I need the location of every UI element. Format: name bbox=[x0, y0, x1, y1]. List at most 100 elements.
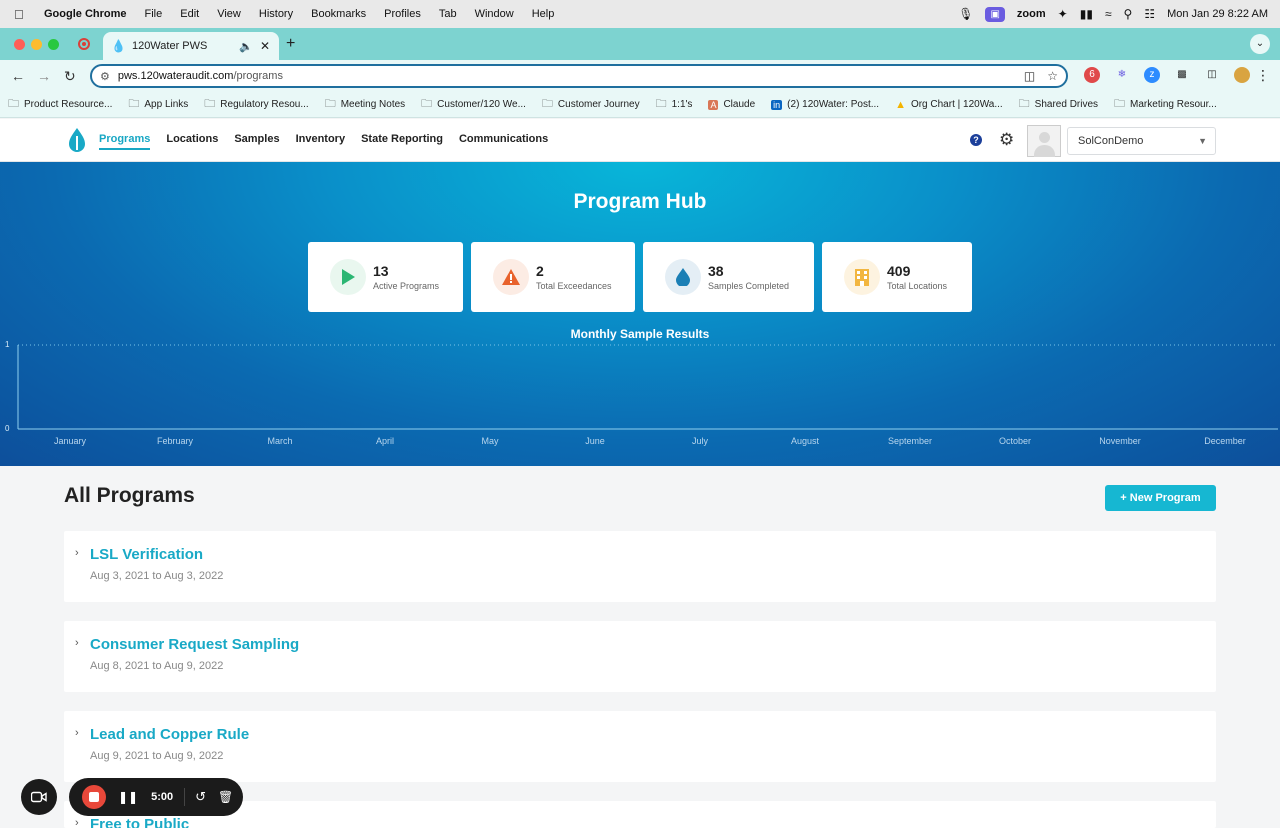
minimize-window-icon[interactable] bbox=[31, 39, 42, 50]
screen-share-icon[interactable]: ▣ bbox=[985, 6, 1005, 22]
extension-snowflake-icon[interactable]: ❄ bbox=[1114, 67, 1130, 83]
new-program-button[interactable]: + New Program bbox=[1105, 485, 1216, 511]
wifi-icon[interactable]: ≈ bbox=[1105, 7, 1112, 21]
program-name[interactable]: Free to Public bbox=[90, 816, 189, 828]
close-tab-icon[interactable]: ✕ bbox=[260, 39, 270, 53]
warning-icon bbox=[493, 259, 529, 295]
stat-card-total-locations[interactable]: 409 Total Locations bbox=[822, 242, 972, 312]
menu-history[interactable]: History bbox=[259, 8, 293, 20]
program-dates: Aug 8, 2021 to Aug 9, 2022 bbox=[90, 660, 224, 672]
nav-inventory[interactable]: Inventory bbox=[296, 133, 346, 150]
x-tick-label: March bbox=[267, 436, 293, 446]
bookmark-item[interactable]: ▲ Org Chart | 120Wa... bbox=[895, 99, 1003, 111]
program-name[interactable]: LSL Verification bbox=[90, 546, 203, 563]
folder-icon: 🗀 bbox=[655, 98, 667, 110]
menu-view[interactable]: View bbox=[217, 8, 241, 20]
camera-icon[interactable] bbox=[21, 779, 57, 815]
maximize-window-icon[interactable] bbox=[48, 39, 59, 50]
bookmark-star-icon[interactable]: ☆ bbox=[1047, 69, 1058, 83]
chevron-right-icon[interactable]: › bbox=[75, 727, 79, 739]
water-drop-favicon-icon: 💧 bbox=[111, 39, 126, 53]
menu-app-name[interactable]: Google Chrome bbox=[44, 8, 127, 20]
zoom-status[interactable]: zoom bbox=[1017, 8, 1046, 20]
bookmark-item[interactable]: 🗀 Product Resource... bbox=[8, 95, 112, 114]
building-icon bbox=[844, 259, 880, 295]
microphone-icon[interactable]: 🎙 bbox=[958, 7, 973, 21]
bookmark-item[interactable]: A Claude bbox=[708, 99, 755, 110]
bookmark-item[interactable]: 🗀 Customer Journey bbox=[542, 95, 640, 114]
play-icon bbox=[330, 259, 366, 295]
menu-file[interactable]: File bbox=[145, 8, 163, 20]
menu-profiles[interactable]: Profiles bbox=[384, 8, 421, 20]
spotlight-search-icon[interactable]: ⚲ bbox=[1124, 7, 1133, 21]
help-icon[interactable]: ? bbox=[970, 134, 982, 146]
restart-icon[interactable]: ↺ bbox=[195, 789, 206, 805]
monthly-sample-chart bbox=[17, 344, 1278, 430]
program-name[interactable]: Consumer Request Sampling bbox=[90, 636, 299, 653]
apple-icon[interactable]:  bbox=[14, 7, 30, 22]
program-row[interactable]: › Lead and Copper Rule Aug 9, 2021 to Au… bbox=[64, 711, 1216, 782]
window-controls bbox=[14, 39, 59, 50]
chevron-right-icon[interactable]: › bbox=[75, 637, 79, 649]
gear-icon[interactable]: ⚙ bbox=[999, 130, 1014, 150]
program-name[interactable]: Lead and Copper Rule bbox=[90, 726, 249, 743]
address-bar[interactable]: ⚙ pws.120wateraudit.com /programs ◫ ☆ bbox=[90, 64, 1068, 88]
menu-help[interactable]: Help bbox=[532, 8, 555, 20]
x-tick-label: January bbox=[53, 436, 87, 446]
bookmark-item[interactable]: 🗀 Marketing Resour... bbox=[1114, 95, 1217, 114]
organization-select[interactable]: SolConDemo ▼ bbox=[1067, 127, 1216, 155]
back-arrow-icon[interactable]: ← bbox=[11, 68, 25, 84]
bookmark-item[interactable]: 🗀 App Links bbox=[128, 95, 188, 114]
reload-icon[interactable]: ↻ bbox=[64, 68, 76, 85]
new-tab-icon[interactable]: + bbox=[286, 35, 295, 53]
menu-bookmarks[interactable]: Bookmarks bbox=[311, 8, 366, 20]
bookmark-item[interactable]: 🗀 Meeting Notes bbox=[325, 95, 405, 114]
folder-icon: 🗀 bbox=[324, 98, 336, 110]
battery-icon[interactable]: ▮▮ bbox=[1080, 7, 1093, 21]
side-panel-icon[interactable]: ◫ bbox=[1204, 67, 1220, 83]
nav-state-reporting[interactable]: State Reporting bbox=[361, 133, 443, 150]
chrome-menu-icon[interactable]: ⋮ bbox=[1256, 67, 1270, 84]
extensions-puzzle-icon[interactable]: ▩ bbox=[1174, 67, 1190, 83]
bookmark-item[interactable]: 🗀 Shared Drives bbox=[1019, 95, 1098, 114]
profile-avatar-icon[interactable] bbox=[1234, 67, 1250, 83]
trash-icon[interactable]: 🗑 bbox=[218, 790, 233, 804]
bookmark-item[interactable]: in (2) 120Water: Post... bbox=[771, 99, 879, 110]
logo-icon[interactable] bbox=[66, 127, 88, 153]
folder-icon: 🗀 bbox=[421, 98, 433, 110]
stop-recording-button[interactable] bbox=[82, 785, 106, 809]
control-center-icon[interactable]: ☷ bbox=[1144, 7, 1155, 21]
forward-arrow-icon[interactable]: → bbox=[37, 68, 51, 84]
browser-tab[interactable]: 💧 120Water PWS 🔈 ✕ bbox=[103, 32, 279, 60]
close-window-icon[interactable] bbox=[14, 39, 25, 50]
speaker-icon[interactable]: 🔈 bbox=[239, 40, 253, 53]
program-row[interactable]: › LSL Verification Aug 3, 2021 to Aug 3,… bbox=[64, 531, 1216, 602]
avatar[interactable] bbox=[1027, 125, 1061, 157]
clock[interactable]: Mon Jan 29 8:22 AM bbox=[1167, 8, 1268, 20]
nav-communications[interactable]: Communications bbox=[459, 133, 548, 150]
tab-search-chevron-icon[interactable]: ⌄ bbox=[1250, 34, 1270, 54]
stat-card-active-programs[interactable]: 13 Active Programs bbox=[308, 242, 463, 312]
nav-locations[interactable]: Locations bbox=[166, 133, 218, 150]
nav-samples[interactable]: Samples bbox=[234, 133, 279, 150]
nav-programs[interactable]: Programs bbox=[99, 133, 151, 150]
pause-icon[interactable]: ❚❚ bbox=[118, 790, 138, 804]
install-app-icon[interactable]: ◫ bbox=[1024, 69, 1035, 83]
bookmark-item[interactable]: 🗀 Regulatory Resou... bbox=[204, 95, 308, 114]
recording-indicator-icon bbox=[78, 38, 90, 50]
stat-card-total-exceedances[interactable]: 2 Total Exceedances bbox=[471, 242, 635, 312]
zoom-extension-icon[interactable]: z bbox=[1144, 67, 1160, 83]
fork-knife-icon[interactable]: ✦ bbox=[1058, 7, 1068, 21]
menu-window[interactable]: Window bbox=[475, 8, 514, 20]
bookmark-item[interactable]: 🗀 Customer/120 We... bbox=[421, 95, 526, 114]
menu-tab[interactable]: Tab bbox=[439, 8, 457, 20]
chevron-right-icon[interactable]: › bbox=[75, 817, 79, 828]
bookmark-item[interactable]: 🗀 1:1's bbox=[656, 95, 693, 114]
stat-card-samples-completed[interactable]: 38 Samples Completed bbox=[643, 242, 814, 312]
extension-badge-icon[interactable]: 6 bbox=[1084, 67, 1100, 83]
site-settings-icon[interactable]: ⚙ bbox=[100, 70, 110, 83]
x-tick-label: October bbox=[998, 436, 1032, 446]
chevron-right-icon[interactable]: › bbox=[75, 547, 79, 559]
menu-edit[interactable]: Edit bbox=[180, 8, 199, 20]
program-row[interactable]: › Consumer Request Sampling Aug 8, 2021 … bbox=[64, 621, 1216, 692]
